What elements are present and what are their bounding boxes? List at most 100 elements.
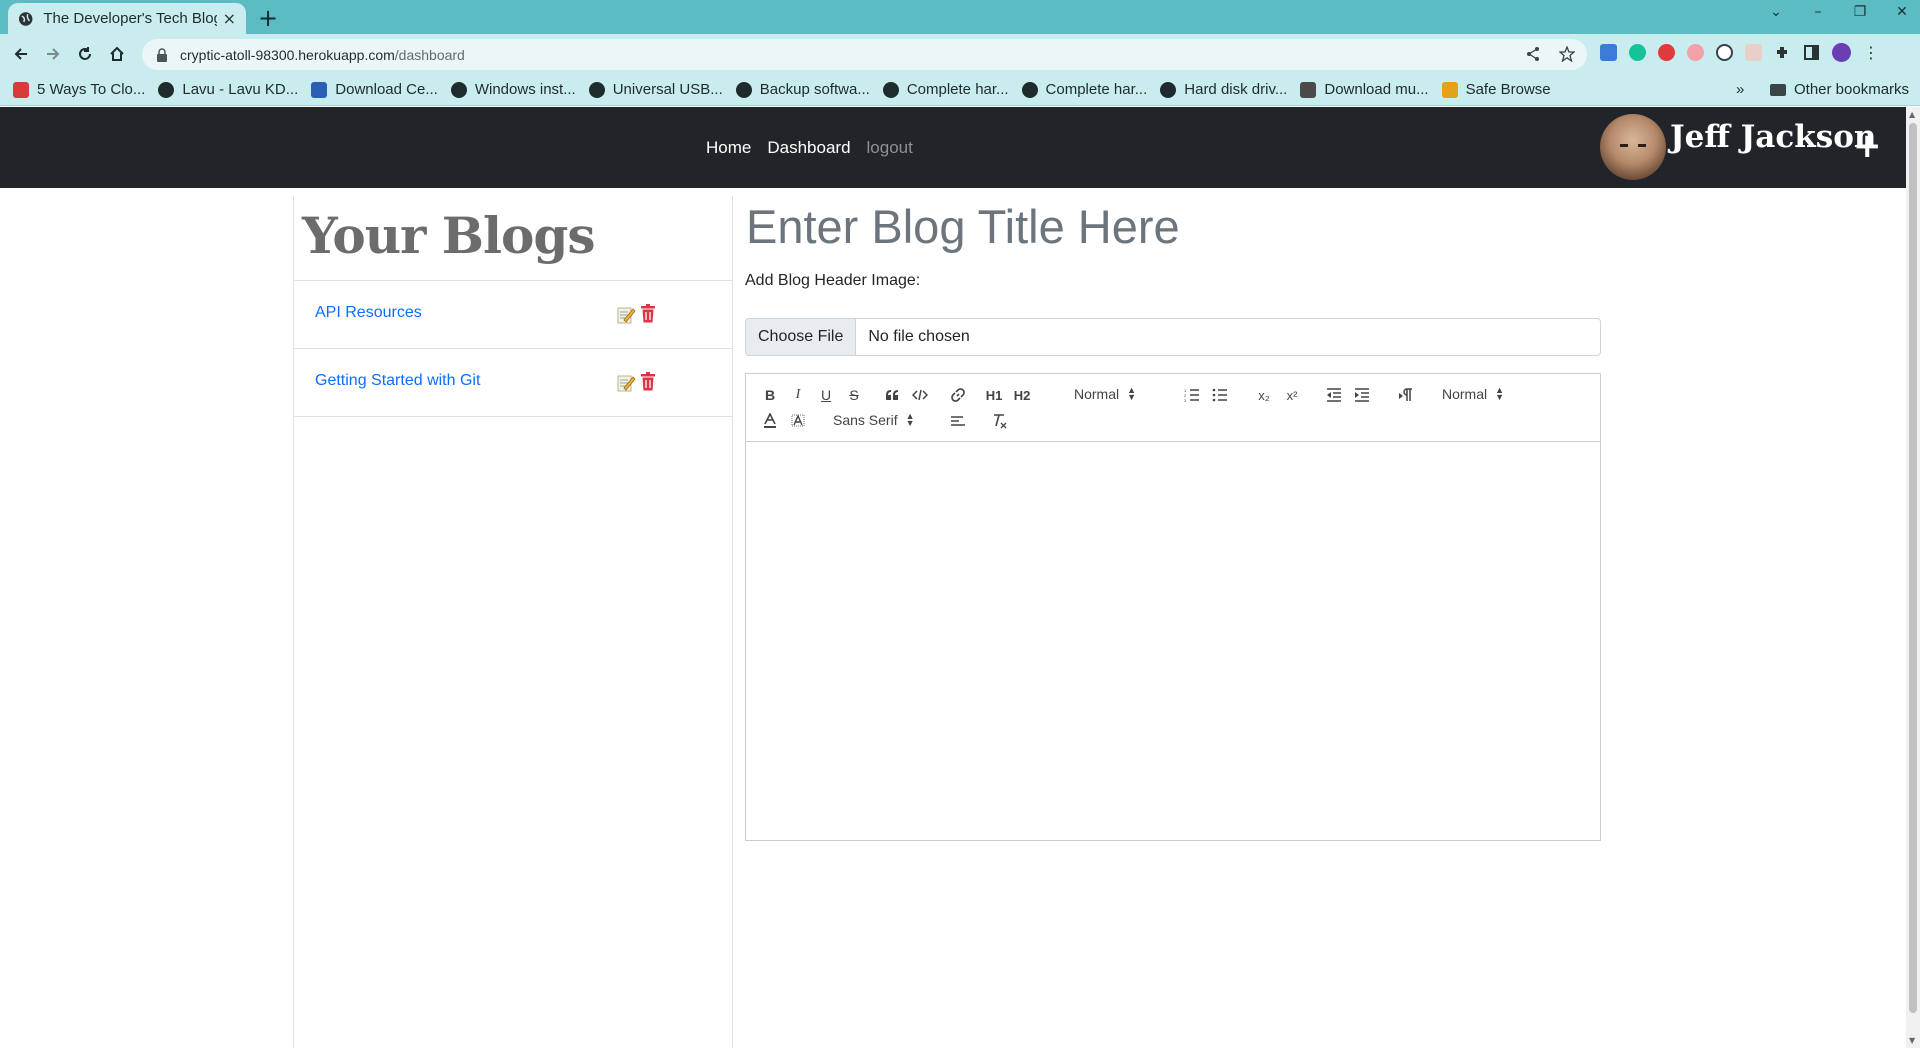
- browser-menu-icon[interactable]: ⋮: [1863, 43, 1879, 62]
- blog-title-input[interactable]: [746, 196, 1446, 256]
- bookmark-star-icon[interactable]: [1559, 46, 1575, 62]
- folder-icon: [1770, 83, 1786, 96]
- reload-icon[interactable]: [74, 43, 96, 65]
- video-extension-icon[interactable]: [1687, 44, 1704, 61]
- edit-icon[interactable]: [616, 305, 636, 325]
- scroll-down-icon[interactable]: ▼: [1909, 1036, 1915, 1045]
- minimize-icon[interactable]: –: [1810, 4, 1826, 20]
- list-item: API Resources: [294, 281, 733, 349]
- bookmark-favicon-icon: [882, 81, 899, 98]
- extension-icons: ⋮: [1600, 43, 1879, 62]
- close-window-icon[interactable]: ✕: [1894, 4, 1910, 20]
- strike-button[interactable]: S: [842, 384, 866, 406]
- bookmarks-overflow-icon[interactable]: »: [1736, 81, 1744, 98]
- size-select[interactable]: Normal ▲ ▼: [1074, 386, 1136, 403]
- bookmark-item[interactable]: 5 Ways To Clo...: [13, 81, 145, 98]
- extension-shield-icon[interactable]: [1600, 44, 1617, 61]
- scroll-thumb[interactable]: [1909, 123, 1917, 1013]
- forward-icon[interactable]: [42, 43, 64, 65]
- list-item: Getting Started with Git: [294, 349, 733, 417]
- background-color-button[interactable]: [786, 410, 810, 432]
- back-icon[interactable]: [10, 43, 32, 65]
- underline-button[interactable]: U: [814, 384, 838, 406]
- home-icon[interactable]: [106, 43, 128, 65]
- bookmark-item[interactable]: Download mu...: [1300, 81, 1429, 98]
- blockquote-button[interactable]: [880, 384, 904, 406]
- timer-extension-icon[interactable]: [1716, 44, 1733, 61]
- address-bar[interactable]: cryptic-atoll-98300.herokuapp.com/dashbo…: [142, 39, 1587, 70]
- bookmark-item[interactable]: Complete har...: [1021, 81, 1147, 98]
- bookmark-favicon-icon: [735, 81, 752, 98]
- url-path: /dashboard: [394, 46, 465, 63]
- ordered-list-button[interactable]: 123: [1180, 384, 1204, 406]
- bookmark-item[interactable]: Universal USB...: [588, 81, 723, 98]
- align-button[interactable]: [946, 410, 970, 432]
- nav-link-logout[interactable]: logout: [867, 138, 913, 158]
- edit-icon[interactable]: [616, 373, 636, 393]
- tab-title: The Developer's Tech Blog: [43, 10, 217, 27]
- link-icon: [951, 388, 965, 402]
- browser-tab-active[interactable]: The Developer's Tech Blog ×: [8, 3, 246, 34]
- blogs-heading: Your Blogs: [302, 206, 596, 265]
- nav-link-dashboard[interactable]: Dashboard: [767, 138, 850, 158]
- h2-button[interactable]: H2: [1010, 384, 1034, 406]
- trash-icon[interactable]: [640, 372, 656, 391]
- share-icon[interactable]: [1525, 46, 1541, 62]
- side-panel-icon[interactable]: [1803, 44, 1820, 61]
- profile-avatar-icon[interactable]: [1832, 43, 1851, 62]
- bookmark-favicon-icon: [1160, 81, 1177, 98]
- bookmark-item[interactable]: Complete har...: [882, 81, 1009, 98]
- code-icon: [912, 389, 928, 401]
- tab-search-icon[interactable]: ⌄: [1768, 4, 1784, 20]
- code-block-button[interactable]: [908, 384, 932, 406]
- editor-content-area[interactable]: [746, 442, 1600, 840]
- restore-icon[interactable]: ❐: [1852, 4, 1868, 20]
- extensions-puzzle-icon[interactable]: [1774, 44, 1791, 61]
- superscript-button[interactable]: x²: [1280, 384, 1304, 406]
- bookmark-item[interactable]: Windows inst...: [450, 81, 576, 98]
- header-select[interactable]: Normal ▲ ▼: [1442, 385, 1505, 403]
- clear-format-icon: [994, 414, 1007, 429]
- bookmark-item[interactable]: Backup softwa...: [735, 81, 870, 98]
- header-image-file-input[interactable]: Choose File No file chosen: [745, 318, 1601, 356]
- bold-button[interactable]: B: [758, 384, 782, 406]
- header-image-label: Add Blog Header Image:: [745, 272, 921, 289]
- scroll-up-icon[interactable]: ▲: [1909, 110, 1915, 119]
- bullet-list-icon: [1212, 388, 1227, 402]
- file-status: No file chosen: [868, 328, 970, 345]
- bookmark-item[interactable]: Hard disk driv...: [1160, 81, 1287, 98]
- bookmark-item[interactable]: Safe Browse: [1441, 81, 1551, 98]
- grammarly-icon[interactable]: [1629, 44, 1646, 61]
- bullet-list-button[interactable]: [1208, 384, 1232, 406]
- bookmark-favicon-icon: [13, 81, 29, 98]
- h1-button[interactable]: H1: [982, 384, 1006, 406]
- font-select[interactable]: Sans Serif ▲ ▼: [833, 412, 915, 429]
- add-blog-button[interactable]: +: [1853, 126, 1882, 166]
- bookmark-item[interactable]: Download Ce...: [311, 81, 438, 98]
- text-color-button[interactable]: [758, 410, 782, 432]
- nav-link-home[interactable]: Home: [706, 138, 751, 158]
- adblock-icon[interactable]: [1658, 44, 1675, 61]
- new-tab-button[interactable]: +: [258, 4, 278, 32]
- tab-close-icon[interactable]: ×: [223, 9, 236, 28]
- bookmark-item[interactable]: Lavu - Lavu KD...: [158, 81, 298, 98]
- clear-format-button[interactable]: [988, 410, 1012, 432]
- browser-toolbar: cryptic-atoll-98300.herokuapp.com/dashbo…: [0, 34, 1920, 74]
- page-scrollbar[interactable]: ▲ ▼: [1906, 107, 1920, 1048]
- blog-link[interactable]: API Resources: [315, 304, 422, 322]
- bookmark-favicon-icon: [311, 81, 328, 98]
- trash-icon[interactable]: [640, 304, 656, 323]
- italic-button[interactable]: I: [786, 384, 810, 406]
- select-arrows-icon: ▲ ▼: [1495, 385, 1505, 402]
- outdent-button[interactable]: [1322, 384, 1346, 406]
- indent-icon: [1355, 388, 1369, 402]
- blog-link[interactable]: Getting Started with Git: [315, 372, 480, 390]
- choose-file-button[interactable]: Choose File: [746, 319, 857, 355]
- text-direction-button[interactable]: [1394, 384, 1418, 406]
- screenshot-extension-icon[interactable]: [1745, 44, 1762, 61]
- blogs-list: API Resources Getting Started with Git: [294, 280, 733, 417]
- subscript-button[interactable]: x₂: [1252, 384, 1276, 406]
- indent-button[interactable]: [1350, 384, 1374, 406]
- other-bookmarks[interactable]: Other bookmarks: [1770, 81, 1909, 98]
- link-button[interactable]: [946, 384, 970, 406]
